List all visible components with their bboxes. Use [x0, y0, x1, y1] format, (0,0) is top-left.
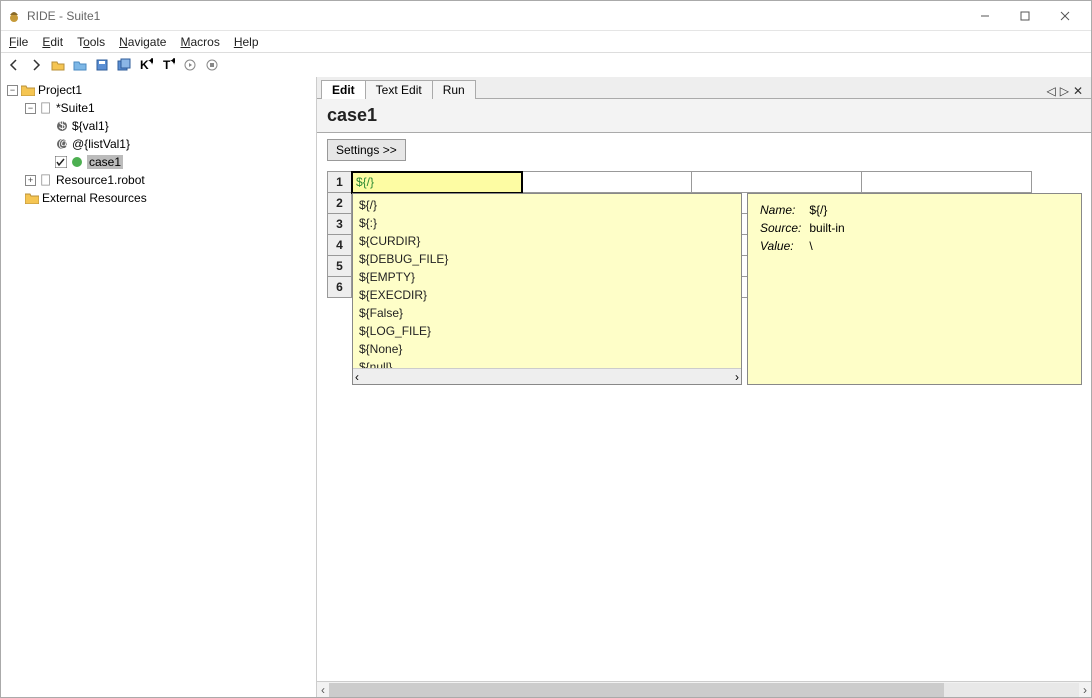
expander-icon[interactable]: −: [25, 103, 36, 114]
case-title: case1: [317, 99, 1091, 133]
suggestion-item[interactable]: ${null}: [359, 358, 735, 368]
editor-pane: Edit Text Edit Run ◁ ▷ ✕ case1 Settings …: [317, 77, 1091, 697]
row-header[interactable]: 1: [328, 172, 352, 193]
svg-text:✦: ✦: [169, 58, 175, 68]
tree-resource[interactable]: Resource1.robot: [56, 173, 145, 187]
svg-text:@: @: [58, 137, 69, 150]
autocomplete-dropdown[interactable]: ${/} ${:} ${CURDIR} ${DEBUG_FILE} ${EMPT…: [352, 193, 742, 385]
file-icon: [39, 174, 53, 186]
suggestion-item[interactable]: ${LOG_FILE}: [359, 322, 735, 340]
variable-info-tooltip: Name:${/} Source:built-in Value:\: [747, 193, 1082, 385]
suggestion-item[interactable]: ${None}: [359, 340, 735, 358]
minimize-button[interactable]: [965, 2, 1005, 30]
suggestion-item[interactable]: ${EXECDIR}: [359, 286, 735, 304]
editor-hscroll[interactable]: ‹›: [317, 681, 1091, 697]
tree-var-scalar[interactable]: ${val1}: [72, 119, 109, 133]
tree-var-list[interactable]: @{listVal1}: [72, 137, 130, 151]
grid-cell-active[interactable]: ${/}: [352, 172, 522, 193]
maximize-button[interactable]: [1005, 2, 1045, 30]
checkbox-icon[interactable]: [55, 156, 67, 168]
save-all-button[interactable]: [115, 56, 133, 74]
svg-text:✦: ✦: [147, 58, 153, 68]
tab-run[interactable]: Run: [432, 80, 476, 99]
tab-close-icon[interactable]: ✕: [1073, 84, 1083, 98]
tooltip-value-label: Value:: [760, 238, 807, 254]
list-icon: @: [55, 137, 69, 151]
folder-icon: [25, 192, 39, 204]
dropdown-hscroll[interactable]: ‹›: [353, 368, 741, 384]
suggestion-item[interactable]: ${/}: [359, 196, 735, 214]
testcase-button[interactable]: T✦: [159, 56, 177, 74]
open-file-button[interactable]: [71, 56, 89, 74]
run-button[interactable]: [181, 56, 199, 74]
window-title: RIDE - Suite1: [27, 9, 965, 23]
stop-button[interactable]: [203, 56, 221, 74]
tooltip-source-label: Source:: [760, 220, 807, 236]
row-header[interactable]: 6: [328, 277, 352, 298]
open-folder-button[interactable]: [49, 56, 67, 74]
row-header[interactable]: 4: [328, 235, 352, 256]
save-button[interactable]: [93, 56, 111, 74]
folder-icon: [21, 84, 35, 96]
menu-help[interactable]: Help: [234, 35, 259, 49]
suggestion-item[interactable]: ${EMPTY}: [359, 268, 735, 286]
suggestion-item[interactable]: ${:}: [359, 214, 735, 232]
project-tree[interactable]: − Project1 − *Suite1 $ ${val1} @ @{listV…: [1, 77, 317, 697]
menu-bar: File Edit Tools Navigate Macros Help: [1, 31, 1091, 53]
suggestion-item[interactable]: ${DEBUG_FILE}: [359, 250, 735, 268]
tooltip-source-value: built-in: [809, 220, 850, 236]
menu-file[interactable]: File: [9, 35, 28, 49]
back-button[interactable]: [5, 56, 23, 74]
tooltip-value-value: \: [809, 238, 850, 254]
keyword-grid[interactable]: 1 ${/} 2 3 4 5 6 ${/} ${:}: [327, 171, 1081, 298]
grid-cell[interactable]: [862, 172, 1032, 193]
grid-cell[interactable]: [692, 172, 862, 193]
tree-project[interactable]: Project1: [38, 83, 82, 97]
robot-icon: [70, 155, 84, 169]
app-icon: [7, 9, 21, 23]
tab-edit[interactable]: Edit: [321, 80, 366, 99]
tab-prev-icon[interactable]: ◁: [1046, 84, 1055, 98]
expander-icon[interactable]: +: [25, 175, 36, 186]
settings-button[interactable]: Settings >>: [327, 139, 406, 161]
row-header[interactable]: 3: [328, 214, 352, 235]
tab-textedit[interactable]: Text Edit: [365, 80, 433, 99]
row-header[interactable]: 5: [328, 256, 352, 277]
tree-suite[interactable]: *Suite1: [56, 101, 95, 115]
menu-navigate[interactable]: Navigate: [119, 35, 166, 49]
suggestion-item[interactable]: ${False}: [359, 304, 735, 322]
tree-external[interactable]: External Resources: [42, 191, 147, 205]
expander-icon[interactable]: −: [7, 85, 18, 96]
file-icon: [39, 102, 53, 114]
forward-button[interactable]: [27, 56, 45, 74]
tooltip-name-label: Name:: [760, 202, 807, 218]
keyword-button[interactable]: K✦: [137, 56, 155, 74]
tree-case[interactable]: case1: [87, 155, 123, 169]
menu-macros[interactable]: Macros: [180, 35, 219, 49]
svg-text:$: $: [59, 119, 66, 132]
grid-cell[interactable]: [522, 172, 692, 193]
suggestion-item[interactable]: ${CURDIR}: [359, 232, 735, 250]
row-header[interactable]: 2: [328, 193, 352, 214]
tab-next-icon[interactable]: ▷: [1060, 84, 1069, 98]
title-bar: RIDE - Suite1: [1, 1, 1091, 31]
tooltip-name-value: ${/}: [809, 202, 850, 218]
scalar-icon: $: [55, 119, 69, 133]
toolbar: K✦ T✦: [1, 53, 1091, 77]
close-button[interactable]: [1045, 2, 1085, 30]
menu-tools[interactable]: Tools: [77, 35, 105, 49]
editor-tabs: Edit Text Edit Run ◁ ▷ ✕: [317, 77, 1091, 99]
menu-edit[interactable]: Edit: [42, 35, 63, 49]
